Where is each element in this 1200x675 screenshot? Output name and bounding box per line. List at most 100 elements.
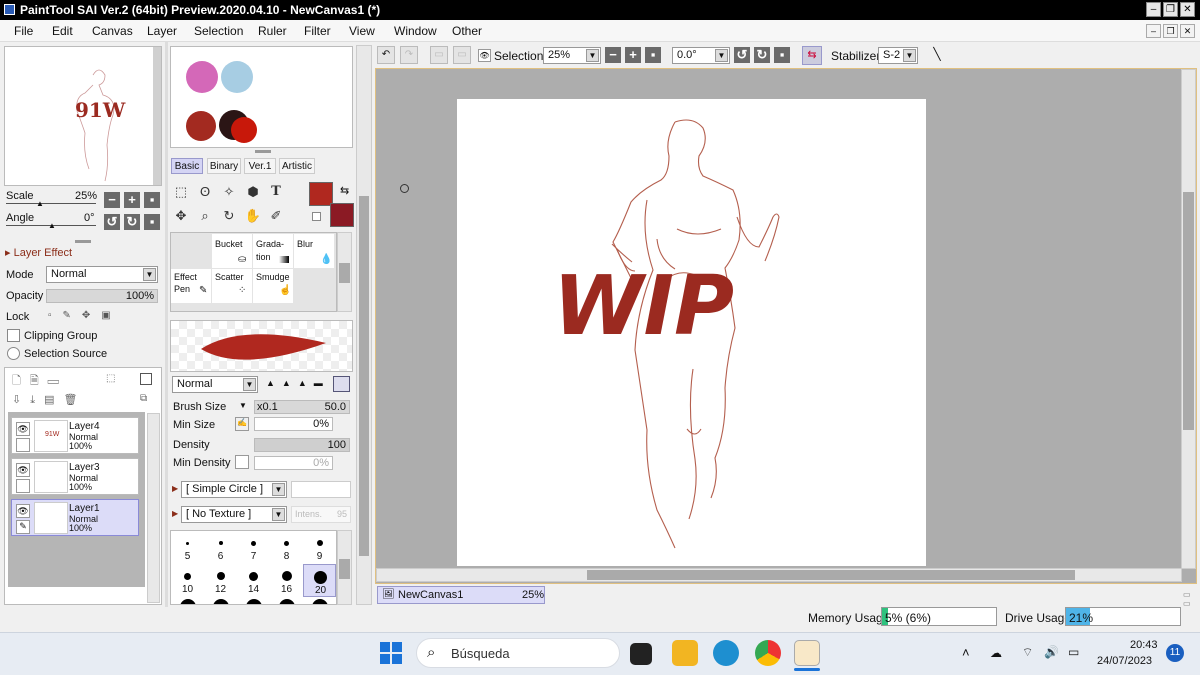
- brush-size-cell[interactable]: 20: [303, 564, 336, 597]
- blend-mode-select[interactable]: Normal ▼: [172, 376, 258, 393]
- brush-size-dot-partial[interactable]: [278, 599, 295, 604]
- clock-time[interactable]: 20:43: [1130, 639, 1158, 651]
- brush-size-cell[interactable]: 8: [270, 531, 303, 564]
- toolbar-rotate-reset-button[interactable]: ▪: [774, 47, 790, 63]
- layer-merge-icon[interactable]: ⧉: [140, 393, 147, 404]
- brush-gradation[interactable]: Grada-tion: [253, 234, 293, 268]
- doc-restore-button[interactable]: ❐: [1163, 24, 1178, 38]
- size-grid-scroll-thumb[interactable]: [339, 559, 350, 579]
- texture-intensity-field[interactable]: Intens. 95: [291, 506, 351, 523]
- brush-edge-selected[interactable]: [333, 376, 350, 392]
- clock-date[interactable]: 24/07/2023: [1097, 655, 1152, 667]
- brush-effect-pen[interactable]: Effect Pen ✎: [171, 269, 211, 303]
- canvas-tab[interactable]: 🖼 NewCanvas1 25%: [377, 586, 545, 604]
- redo-icon[interactable]: ↷: [400, 46, 418, 64]
- brush-edge-options[interactable]: ▲▲▲▬: [266, 378, 330, 388]
- angle-select[interactable]: 0.0° ▼: [672, 47, 730, 64]
- selection-source-radio[interactable]: [7, 347, 20, 360]
- swap-colors-icon[interactable]: ⇆: [340, 184, 349, 197]
- layer-list-scrollbar[interactable]: [147, 413, 160, 603]
- menu-window[interactable]: Window: [394, 24, 437, 38]
- lasso-icon[interactable]: ʘ: [195, 182, 215, 202]
- min-density-slider[interactable]: 0%: [254, 456, 333, 470]
- brush-grid-scrollbar[interactable]: [337, 232, 352, 312]
- undo-icon[interactable]: ↶: [377, 46, 395, 64]
- menu-other[interactable]: Other: [452, 24, 482, 38]
- pressure-icon[interactable]: ✍: [235, 417, 249, 431]
- painttool-sai-icon[interactable]: [794, 640, 820, 666]
- toolbar-rotate-left-button[interactable]: ↺: [734, 47, 750, 63]
- layer-mode-select[interactable]: Normal ▼: [46, 266, 158, 283]
- rotate-icon[interactable]: ↻: [219, 206, 239, 226]
- text-tool-icon[interactable]: T: [266, 182, 286, 202]
- clipping-group-checkbox[interactable]: [7, 329, 20, 342]
- magic-wand-icon[interactable]: ✧: [219, 182, 239, 202]
- flip-horizontal-icon[interactable]: ⇆: [802, 46, 822, 65]
- doc-minimize-button[interactable]: –: [1146, 24, 1161, 38]
- volume-icon[interactable]: 🔊: [1044, 645, 1059, 659]
- close-button[interactable]: ✕: [1180, 2, 1195, 17]
- rect-select-icon[interactable]: ⬚: [171, 182, 191, 202]
- layer-toolbar-bottom[interactable]: ⇩⤓▤🗑: [12, 393, 86, 407]
- palette-splitter[interactable]: [255, 150, 271, 153]
- select-pen-icon[interactable]: ⬢: [243, 182, 263, 202]
- layer-lock-box[interactable]: [16, 438, 30, 452]
- angle-slider-thumb[interactable]: ▲: [48, 221, 56, 230]
- transparent-color-icon[interactable]: [312, 212, 321, 221]
- palette-swatch-bright-red[interactable]: [231, 117, 257, 143]
- security-icon[interactable]: ☁: [990, 646, 1002, 660]
- brush-size-dot-partial[interactable]: [245, 599, 262, 604]
- zoom-reset-button[interactable]: ▪: [144, 192, 160, 208]
- panel-scrollbar[interactable]: [356, 45, 372, 605]
- secondary-color-swatch[interactable]: [330, 203, 354, 227]
- menu-view[interactable]: View: [349, 24, 375, 38]
- brush-size-cell[interactable]: 10: [171, 564, 204, 597]
- brush-blur[interactable]: Blur 💧: [294, 234, 334, 268]
- toolbar-zoom-reset-button[interactable]: ▪: [645, 47, 661, 63]
- brush-size-dot-partial[interactable]: [212, 599, 229, 604]
- minimize-button[interactable]: –: [1146, 2, 1161, 17]
- navigator-preview[interactable]: 91W: [4, 46, 162, 186]
- panel-divider[interactable]: [165, 42, 168, 607]
- min-size-slider[interactable]: 0%: [254, 417, 333, 431]
- maximize-button[interactable]: ❐: [1163, 2, 1178, 17]
- brush-size-cell[interactable]: 14: [237, 564, 270, 597]
- lock-icons[interactable]: ▫✎✥▣: [48, 310, 122, 321]
- stabilizer-select[interactable]: S-2 ▼: [878, 47, 918, 64]
- layer-lock-box[interactable]: [16, 479, 30, 493]
- palette-swatch-blue[interactable]: [221, 61, 253, 93]
- eye-icon[interactable]: 👁: [16, 504, 30, 518]
- rotate-left-button[interactable]: ↺: [104, 214, 120, 230]
- layer-fill-icon[interactable]: [140, 373, 152, 385]
- panel-scroll-thumb[interactable]: [359, 196, 369, 556]
- eye-icon[interactable]: 👁: [16, 463, 30, 477]
- min-density-pressure-box[interactable]: [235, 455, 249, 469]
- doc-close-button[interactable]: ✕: [1180, 24, 1195, 38]
- palette-swatch-red[interactable]: [186, 111, 216, 141]
- zoom-in-button[interactable]: +: [124, 192, 140, 208]
- brush-scatter[interactable]: Scatter ⁘: [212, 269, 252, 303]
- menu-ruler[interactable]: Ruler: [258, 24, 287, 38]
- battery-icon[interactable]: ▭: [1068, 645, 1079, 659]
- rotate-reset-button[interactable]: ▪: [144, 214, 160, 230]
- layer-toolbar-top[interactable]: 🗋🗎▭: [12, 372, 68, 391]
- scale-slider-thumb[interactable]: ▲: [36, 199, 44, 208]
- size-grid-scrollbar[interactable]: [337, 530, 352, 605]
- notification-badge[interactable]: 11: [1166, 644, 1184, 662]
- brush-size-cell[interactable]: 7: [237, 531, 270, 564]
- file-explorer-icon[interactable]: [672, 640, 698, 666]
- layer-item-layer3[interactable]: 👁 Layer3 Normal 100%: [11, 458, 139, 495]
- opacity-slider[interactable]: 100%: [46, 289, 158, 303]
- menu-filter[interactable]: Filter: [304, 24, 331, 38]
- canvas-vscroll-thumb[interactable]: [1183, 192, 1194, 430]
- zoom-icon[interactable]: ⌕: [195, 206, 215, 226]
- eyedropper-icon[interactable]: ✐: [266, 206, 286, 226]
- canvas-vertical-scrollbar[interactable]: [1181, 69, 1196, 569]
- task-view-icon[interactable]: [630, 643, 652, 665]
- brush-size-cell[interactable]: 5: [171, 531, 204, 564]
- brush-size-slider[interactable]: x0.1 50.0: [254, 400, 350, 414]
- chevron-up-icon[interactable]: ˄: [962, 645, 970, 660]
- menu-canvas[interactable]: Canvas: [92, 24, 133, 38]
- eye-icon[interactable]: 👁: [16, 422, 30, 436]
- layer-mask-icon[interactable]: ⬚: [106, 373, 115, 384]
